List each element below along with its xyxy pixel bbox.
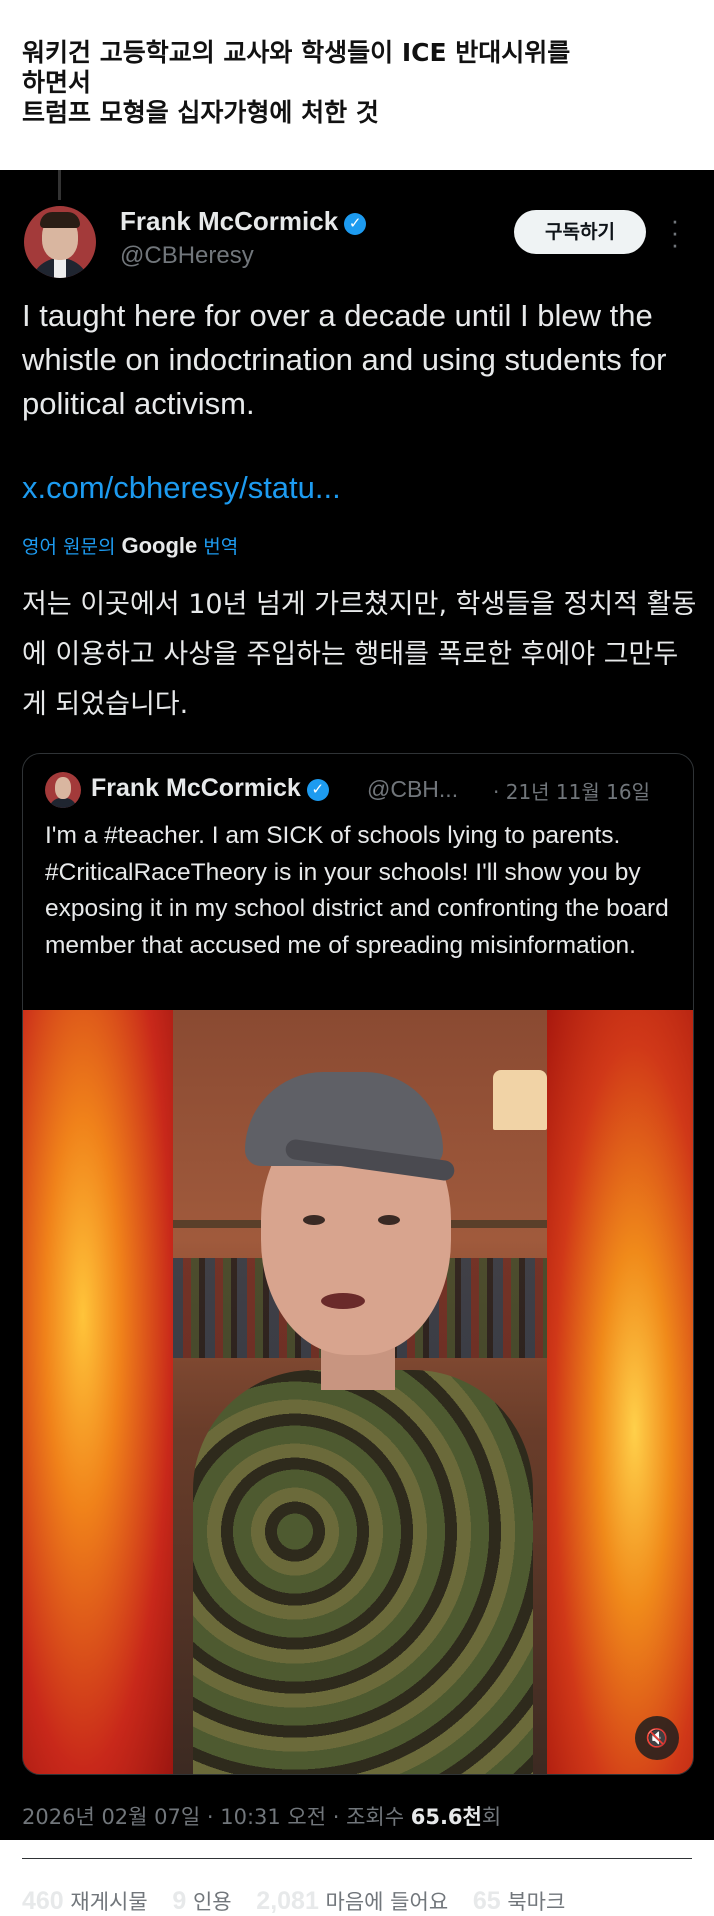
bookmarks-stat[interactable]: 65 북마크 [473, 1887, 565, 1915]
view-count-suffix: 회 [481, 1805, 502, 1829]
caption-line-1: 워키건 고등학교의 교사와 학생들이 ICE 반대시위를 [22, 38, 571, 67]
quote-author-name-text[interactable]: Frank McCormick [91, 774, 301, 802]
quote-author-avatar[interactable] [45, 772, 81, 808]
likes-count[interactable]: 2,081 [256, 1887, 319, 1915]
tweet-datetime[interactable]: 2026년 02월 07일 · 10:31 오전 · 조회수 [22, 1805, 404, 1829]
translated-text: 저는 이곳에서 10년 넘게 가르쳤지만, 학생들을 정치적 활동에 이용하고 … [22, 589, 697, 720]
post-caption: 워키건 고등학교의 교사와 학생들이 ICE 반대시위를 하면서 트럼프 모형을… [22, 38, 692, 128]
engagement-stats: 460 재게시물 9 인용 2,081 마음에 들어요 65 북마크 [22, 1886, 583, 1916]
likes-stat[interactable]: 2,081 마음에 들어요 [256, 1887, 449, 1915]
reposts-label[interactable]: 재게시물 [70, 1890, 147, 1914]
quote-video[interactable]: 🔇 [23, 1010, 693, 1774]
quote-author-handle[interactable]: @CBH... [367, 776, 458, 803]
flame-overlay-left [23, 1010, 173, 1774]
quote-author-name[interactable]: Frank McCormick ✓ [91, 774, 329, 803]
bookmarks-count[interactable]: 65 [473, 1887, 501, 1915]
quoted-tweet-card[interactable]: Frank McCormick ✓ @CBH... · 21년 11월 16일 I… [22, 753, 694, 1775]
translation-attribution: 영어 원문의 Google 번역 [22, 532, 238, 559]
tweet-meta: 2026년 02월 07일 · 10:31 오전 · 조회수 65.6천회 [22, 1801, 501, 1831]
video-frame [173, 1010, 547, 1774]
tweet-screenshot: Frank McCormick ✓ @CBHeresy 구독하기 · · · I ta… [0, 170, 714, 1915]
author-name[interactable]: Frank McCormick ✓ [120, 206, 367, 237]
caption-line-3: 트럼프 모형을 십자가형에 처한 것 [22, 98, 379, 127]
quotes-stat[interactable]: 9 인용 [172, 1887, 232, 1915]
likes-label[interactable]: 마음에 들어요 [326, 1890, 449, 1914]
thread-connector-line [58, 170, 61, 200]
quotes-label[interactable]: 인용 [193, 1890, 232, 1914]
translate-prefix: 영어 원문의 [22, 536, 116, 558]
tweet-text: I taught here for over a decade until I … [22, 298, 667, 421]
speaker-muted-icon[interactable]: 🔇 [635, 1716, 679, 1760]
bookmarks-label[interactable]: 북마크 [507, 1890, 565, 1914]
tweet-link[interactable]: x.com/cbheresy/statu... [22, 470, 341, 506]
quote-text: I'm a #teacher. I am SICK of schools lyi… [45, 822, 669, 959]
author-handle[interactable]: @CBHeresy [120, 242, 254, 270]
subscribe-button[interactable]: 구독하기 [514, 210, 646, 254]
view-count: 65.6천 [410, 1805, 482, 1829]
google-logo: Google [121, 533, 198, 558]
verified-badge-icon: ✓ [344, 213, 367, 235]
caption-line-2: 하면서 [22, 68, 92, 97]
divider [22, 1858, 692, 1859]
reposts-stat[interactable]: 460 재게시물 [22, 1887, 148, 1915]
author-avatar[interactable] [24, 206, 96, 278]
quote-date[interactable]: · 21년 11월 16일 [493, 776, 650, 805]
translate-suffix[interactable]: 번역 [203, 536, 238, 558]
author-name-text[interactable]: Frank McCormick [120, 206, 338, 236]
verified-badge-icon: ✓ [306, 779, 329, 801]
quotes-count[interactable]: 9 [172, 1887, 186, 1915]
more-vertical-icon[interactable]: · · · [666, 207, 684, 257]
reposts-count[interactable]: 460 [22, 1887, 64, 1915]
flame-overlay-right [547, 1010, 693, 1774]
